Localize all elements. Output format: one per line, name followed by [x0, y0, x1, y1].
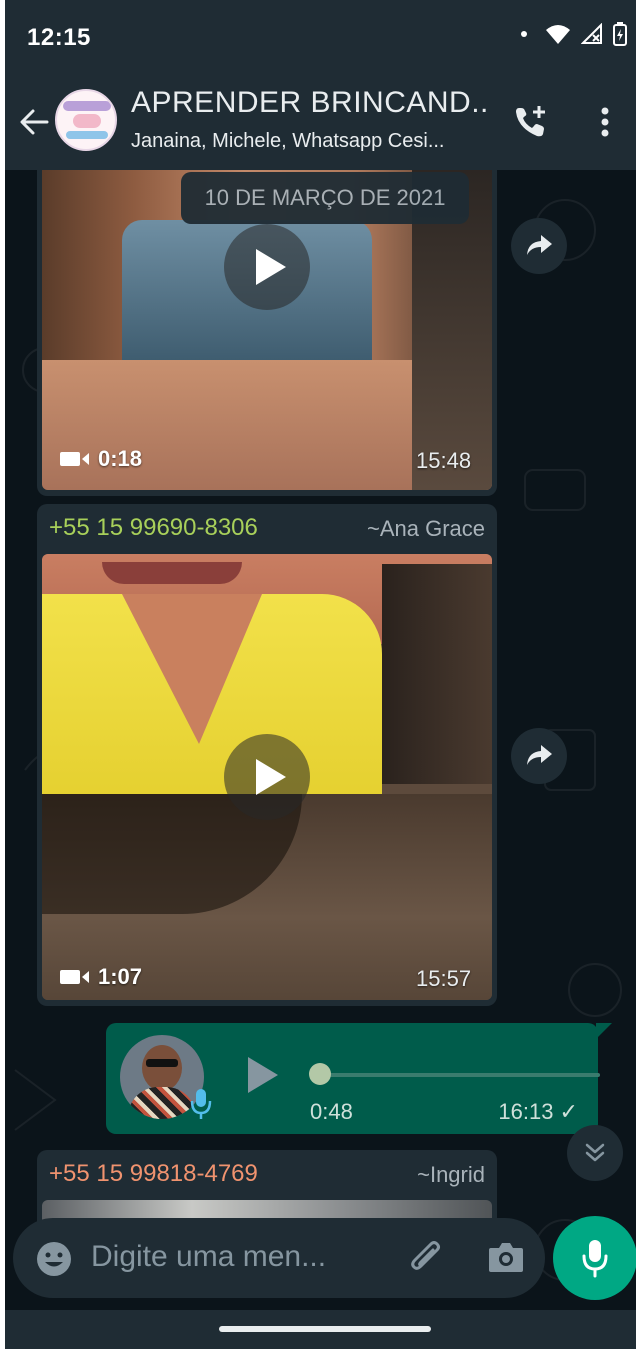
forward-icon: [527, 745, 552, 765]
forward-icon: [527, 235, 552, 255]
forward-button[interactable]: [511, 218, 567, 274]
status-icons: [521, 22, 627, 46]
status-time: 12:15: [27, 24, 91, 51]
group-participants[interactable]: Janaina, Michele, Whatsapp Cesi...: [131, 130, 491, 153]
play-video-button[interactable]: [224, 734, 310, 820]
home-gesture-bar[interactable]: [219, 1326, 431, 1332]
message-time: 16:13 ✓: [498, 1099, 578, 1124]
message-time: 15:48: [416, 448, 472, 473]
play-icon: [256, 249, 286, 285]
message-time: 15:57: [416, 966, 472, 991]
whatsapp-screen: 12:15 APRENDER BRINCAND... Janaina, Mich…: [5, 0, 641, 1349]
camera-icon[interactable]: [487, 1240, 525, 1274]
more-options-icon[interactable]: [593, 102, 617, 142]
wifi-icon: [546, 25, 570, 44]
play-video-button[interactable]: [224, 224, 310, 310]
microphone-icon: [190, 1089, 212, 1119]
audio-message[interactable]: 0:48 16:13 ✓: [106, 1023, 612, 1134]
sender-name: ~Ingrid: [417, 1162, 485, 1187]
sender-name: ~Ana Grace: [366, 516, 485, 541]
microphone-icon: [582, 1240, 608, 1278]
system-navigation-bar: [5, 1310, 641, 1349]
group-avatar[interactable]: [55, 89, 117, 151]
screen-edge: [636, 0, 641, 1349]
status-bar: 12:15: [5, 0, 641, 72]
cell-signal-icon: [581, 23, 602, 44]
emoji-icon[interactable]: [35, 1240, 73, 1278]
scroll-to-bottom-button[interactable]: [567, 1125, 623, 1181]
video-duration: 1:07: [60, 964, 142, 990]
audio-progress-knob[interactable]: [309, 1063, 331, 1085]
notification-dot-icon: [521, 31, 527, 37]
message-list[interactable]: 0:18 15:48 10 DE MARÇO DE 2021 +55 15 99…: [5, 170, 641, 1310]
add-call-icon[interactable]: [511, 102, 551, 142]
attach-icon[interactable]: [407, 1238, 447, 1278]
sender-phone[interactable]: +55 15 99818-4769: [49, 1160, 258, 1188]
video-message[interactable]: +55 15 99690-8306 ~Ana Grace 1:07 15:57: [37, 504, 497, 1006]
play-icon: [256, 759, 286, 795]
battery-icon: [613, 22, 627, 46]
group-title[interactable]: APRENDER BRINCAND...: [131, 86, 491, 120]
video-duration: 0:18: [60, 446, 142, 472]
video-camera-icon: [60, 452, 89, 466]
forward-button[interactable]: [511, 728, 567, 784]
play-audio-button[interactable]: [244, 1055, 282, 1095]
voice-record-button[interactable]: [553, 1216, 637, 1300]
back-arrow-icon[interactable]: [17, 105, 51, 139]
audio-duration: 0:48: [310, 1099, 353, 1124]
video-thumbnail[interactable]: 1:07 15:57: [42, 554, 492, 1000]
sender-phone[interactable]: +55 15 99690-8306: [49, 514, 258, 542]
video-camera-icon: [60, 970, 89, 984]
audio-progress-track[interactable]: [310, 1073, 600, 1077]
chat-header: APRENDER BRINCAND... Janaina, Michele, W…: [5, 72, 641, 170]
double-chevron-down-icon: [585, 1143, 605, 1162]
date-chip: 10 DE MARÇO DE 2021: [181, 172, 469, 224]
message-input[interactable]: Digite uma men...: [91, 1240, 326, 1274]
message-input-bar: Digite uma men...: [13, 1218, 545, 1298]
